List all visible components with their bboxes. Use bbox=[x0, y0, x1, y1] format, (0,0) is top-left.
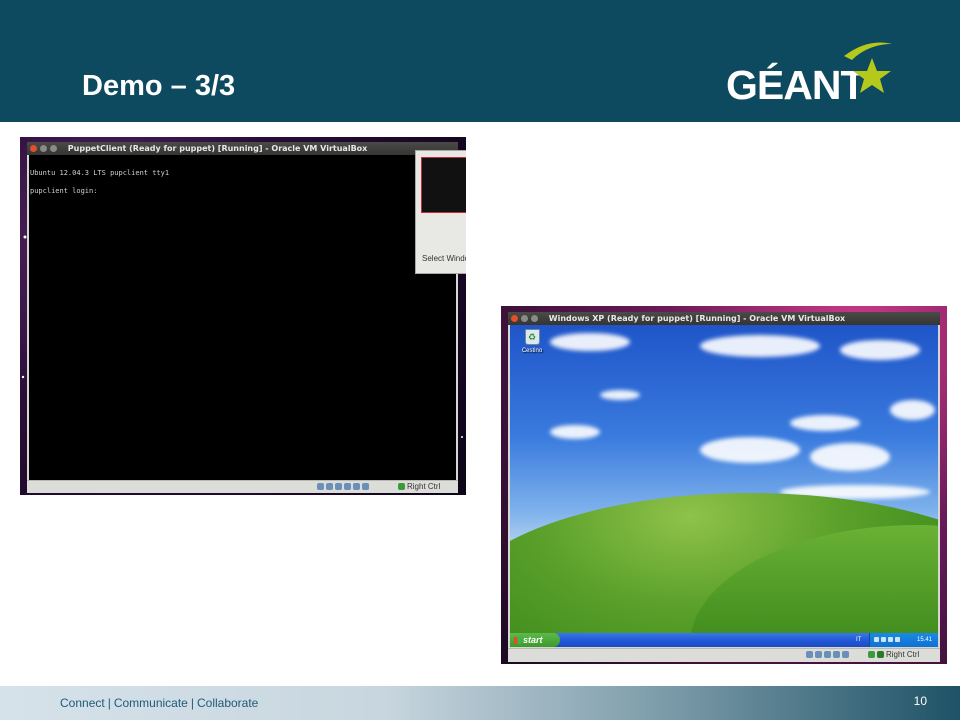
tray-clock: 15.41 bbox=[916, 637, 932, 643]
cloud bbox=[810, 443, 890, 471]
tagline-collaborate: Collaborate bbox=[196, 696, 259, 710]
host-key-arrow-icon bbox=[877, 651, 884, 659]
host-key-arrow-icon bbox=[868, 651, 875, 659]
tagline-connect: Connect bbox=[60, 696, 105, 710]
cloud bbox=[600, 390, 640, 400]
geant-logo: GÉANT bbox=[722, 38, 912, 112]
hdd-icon[interactable] bbox=[317, 483, 324, 490]
window-thumbnail[interactable] bbox=[421, 157, 466, 213]
cd-icon[interactable] bbox=[326, 483, 333, 490]
cloud bbox=[550, 333, 630, 351]
volume-tray-icon[interactable] bbox=[888, 637, 893, 642]
network-icon[interactable] bbox=[344, 483, 351, 490]
xp-taskbar: start IT 15.41 bbox=[510, 633, 938, 647]
host-key-label: Right Ctrl bbox=[886, 650, 920, 659]
guest-additions-tray-icon[interactable] bbox=[895, 637, 900, 642]
host-key-label: Right Ctrl bbox=[407, 482, 441, 491]
maximize-icon[interactable] bbox=[50, 145, 57, 152]
maximize-icon[interactable] bbox=[531, 315, 538, 322]
slide-header: Demo – 3/3 GÉANT bbox=[0, 0, 960, 122]
window-selector-label: Select Windo bbox=[422, 254, 466, 263]
cloud bbox=[550, 425, 600, 439]
start-button[interactable]: start bbox=[510, 633, 560, 647]
slide-footer: Connect | Communicate | Collaborate 10 bbox=[0, 686, 960, 720]
vm-window-title: PuppetClient (Ready for puppet) [Running… bbox=[67, 144, 368, 153]
vm-status-bar: Right Ctrl bbox=[27, 480, 458, 493]
vm-window: Windows XP (Ready for puppet) [Running] … bbox=[508, 312, 940, 662]
recycle-bin-icon: ♻ bbox=[524, 329, 540, 345]
tagline-communicate: Communicate bbox=[113, 696, 188, 710]
close-icon[interactable] bbox=[511, 315, 518, 322]
vm-title-bar: PuppetClient (Ready for puppet) [Running… bbox=[27, 142, 458, 155]
network-tray-icon[interactable] bbox=[874, 637, 879, 642]
cloud bbox=[700, 437, 800, 463]
virtualbox-ubuntu-screenshot: PuppetClient (Ready for puppet) [Running… bbox=[20, 137, 466, 495]
vm-console[interactable]: Ubuntu 12.04.3 LTS pupclient tty1 pupcli… bbox=[29, 155, 456, 480]
network-icon[interactable] bbox=[833, 651, 840, 658]
host-key-indicator: Right Ctrl bbox=[398, 481, 440, 493]
vm-status-bar: Right Ctrl bbox=[508, 648, 940, 662]
slide-title: Demo – 3/3 bbox=[82, 70, 236, 102]
minimize-icon[interactable] bbox=[521, 315, 528, 322]
security-tray-icon[interactable] bbox=[881, 637, 886, 642]
tagline-separator: | bbox=[107, 696, 111, 710]
host-key-arrow-icon bbox=[398, 483, 405, 491]
xp-desktop[interactable]: ♻ Cestino start IT 15.41 bbox=[510, 325, 938, 647]
logo-star-icon bbox=[844, 42, 892, 93]
status-icons bbox=[806, 651, 851, 659]
console-login-prompt: pupclient login: bbox=[30, 187, 98, 195]
system-tray: 15.41 bbox=[869, 633, 938, 647]
vm-window: PuppetClient (Ready for puppet) [Running… bbox=[27, 142, 458, 493]
usb-icon[interactable] bbox=[824, 651, 831, 658]
recycle-bin-label: Cestino bbox=[521, 348, 543, 354]
hdd-icon[interactable] bbox=[806, 651, 813, 658]
cloud bbox=[790, 415, 860, 431]
minimize-icon[interactable] bbox=[40, 145, 47, 152]
display-icon[interactable] bbox=[362, 483, 369, 490]
page-number: 10 bbox=[913, 694, 927, 708]
tagline-separator: | bbox=[190, 696, 194, 710]
language-indicator[interactable]: IT bbox=[856, 633, 861, 647]
start-label: start bbox=[523, 635, 543, 645]
host-key-indicator: Right Ctrl bbox=[868, 649, 919, 661]
status-icons bbox=[317, 483, 371, 491]
cloud bbox=[840, 340, 920, 360]
usb-icon[interactable] bbox=[335, 483, 342, 490]
shared-folder-icon[interactable] bbox=[842, 651, 849, 658]
shared-folder-icon[interactable] bbox=[353, 483, 360, 490]
vm-window-title: Windows XP (Ready for puppet) [Running] … bbox=[548, 314, 846, 323]
footer-tagline: Connect | Communicate | Collaborate bbox=[60, 696, 258, 710]
window-selector-panel: Select Windo bbox=[415, 150, 466, 274]
recycle-bin-shortcut[interactable]: ♻ Cestino bbox=[518, 329, 546, 354]
windows-flag-icon bbox=[514, 637, 521, 645]
tray-icons bbox=[874, 637, 902, 647]
cloud bbox=[700, 335, 820, 357]
cloud bbox=[890, 400, 935, 420]
vm-title-bar: Windows XP (Ready for puppet) [Running] … bbox=[508, 312, 940, 325]
console-line: Ubuntu 12.04.3 LTS pupclient tty1 bbox=[30, 169, 170, 177]
close-icon[interactable] bbox=[30, 145, 37, 152]
virtualbox-windows-xp-screenshot: Windows XP (Ready for puppet) [Running] … bbox=[501, 306, 947, 664]
cd-icon[interactable] bbox=[815, 651, 822, 658]
